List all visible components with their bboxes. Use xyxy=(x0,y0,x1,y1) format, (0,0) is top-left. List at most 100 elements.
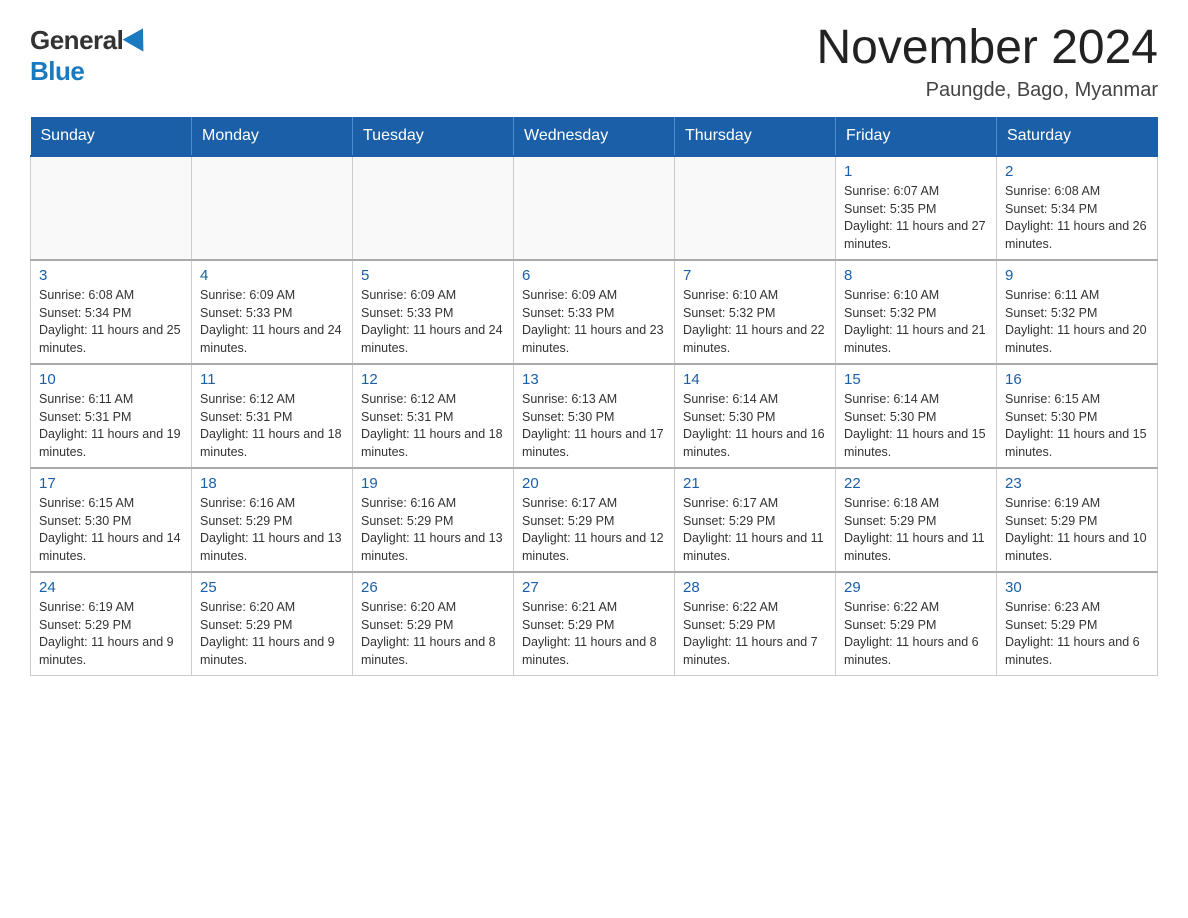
day-number: 29 xyxy=(844,579,988,596)
day-number: 13 xyxy=(522,371,666,388)
calendar-cell: 16 Sunrise: 6:15 AM Sunset: 5:30 PM Dayli… xyxy=(997,364,1158,468)
calendar-header-saturday: Saturday xyxy=(997,117,1158,156)
day-number: 1 xyxy=(844,163,988,180)
day-info: Sunrise: 6:22 AM Sunset: 5:29 PM Dayligh… xyxy=(683,599,827,669)
day-number: 14 xyxy=(683,371,827,388)
calendar-cell: 1 Sunrise: 6:07 AM Sunset: 5:35 PM Daylig… xyxy=(836,156,997,260)
calendar-cell: 19Sunrise: 6:16 AM Sunset: 5:29 PM Dayli… xyxy=(353,468,514,572)
day-info: Sunrise: 6:21 AM Sunset: 5:29 PM Dayligh… xyxy=(522,599,666,669)
calendar-cell: 2 Sunrise: 6:08 AM Sunset: 5:34 PM Daylig… xyxy=(997,156,1158,260)
calendar-cell: 12Sunrise: 6:12 AM Sunset: 5:31 PM Dayli… xyxy=(353,364,514,468)
day-info: Sunrise: 6:10 AM Sunset: 5:32 PM Dayligh… xyxy=(683,287,827,357)
calendar-cell: 30 Sunrise: 6:23 AM Sunset: 5:29 PM Dayli… xyxy=(997,572,1158,676)
day-info: Sunrise: 6:15 AM Sunset: 5:30 PM Dayligh… xyxy=(1005,391,1149,461)
calendar-header-monday: Monday xyxy=(192,117,353,156)
day-info: Sunrise: 6:09 AM Sunset: 5:33 PM Dayligh… xyxy=(361,287,505,357)
day-number: 6 xyxy=(522,267,666,284)
day-number: 11 xyxy=(200,371,344,388)
day-info: Sunrise: 6:15 AM Sunset: 5:30 PM Dayligh… xyxy=(39,495,183,565)
calendar-cell: 18Sunrise: 6:16 AM Sunset: 5:29 PM Dayli… xyxy=(192,468,353,572)
day-info: Sunrise: 6:10 AM Sunset: 5:32 PM Dayligh… xyxy=(844,287,988,357)
location: Paungde, Bago, Myanmar xyxy=(816,79,1158,102)
day-number: 27 xyxy=(522,579,666,596)
page-header: General Blue November 2024 Paungde, Bago… xyxy=(30,20,1158,102)
calendar-week-2: 3 Sunrise: 6:08 AM Sunset: 5:34 PM Daylig… xyxy=(31,260,1158,364)
day-info: Sunrise: 6:20 AM Sunset: 5:29 PM Dayligh… xyxy=(361,599,505,669)
calendar-header-friday: Friday xyxy=(836,117,997,156)
calendar-cell: 13 Sunrise: 6:13 AM Sunset: 5:30 PM Dayli… xyxy=(514,364,675,468)
day-number: 18 xyxy=(200,475,344,492)
calendar-cell xyxy=(514,156,675,260)
day-info: Sunrise: 6:14 AM Sunset: 5:30 PM Dayligh… xyxy=(844,391,988,461)
calendar-cell: 25Sunrise: 6:20 AM Sunset: 5:29 PM Dayli… xyxy=(192,572,353,676)
day-number: 4 xyxy=(200,267,344,284)
day-number: 25 xyxy=(200,579,344,596)
day-number: 2 xyxy=(1005,163,1149,180)
day-number: 9 xyxy=(1005,267,1149,284)
logo-blue-text: Blue xyxy=(30,56,84,86)
calendar-cell: 4 Sunrise: 6:09 AM Sunset: 5:33 PM Daylig… xyxy=(192,260,353,364)
calendar-cell: 28 Sunrise: 6:22 AM Sunset: 5:29 PM Dayli… xyxy=(675,572,836,676)
calendar-table: SundayMondayTuesdayWednesdayThursdayFrid… xyxy=(30,117,1158,676)
calendar-cell: 15 Sunrise: 6:14 AM Sunset: 5:30 PM Dayli… xyxy=(836,364,997,468)
day-number: 12 xyxy=(361,371,505,388)
calendar-cell: 23 Sunrise: 6:19 AM Sunset: 5:29 PM Dayli… xyxy=(997,468,1158,572)
day-number: 8 xyxy=(844,267,988,284)
calendar-cell: 7 Sunrise: 6:10 AM Sunset: 5:32 PM Daylig… xyxy=(675,260,836,364)
day-info: Sunrise: 6:08 AM Sunset: 5:34 PM Dayligh… xyxy=(1005,183,1149,253)
calendar-header-wednesday: Wednesday xyxy=(514,117,675,156)
calendar-cell: 27 Sunrise: 6:21 AM Sunset: 5:29 PM Dayli… xyxy=(514,572,675,676)
day-number: 21 xyxy=(683,475,827,492)
day-number: 15 xyxy=(844,371,988,388)
day-info: Sunrise: 6:16 AM Sunset: 5:29 PM Dayligh… xyxy=(361,495,505,565)
day-info: Sunrise: 6:08 AM Sunset: 5:34 PM Dayligh… xyxy=(39,287,183,357)
day-number: 30 xyxy=(1005,579,1149,596)
day-number: 24 xyxy=(39,579,183,596)
calendar-cell: 22 Sunrise: 6:18 AM Sunset: 5:29 PM Dayli… xyxy=(836,468,997,572)
day-number: 26 xyxy=(361,579,505,596)
day-info: Sunrise: 6:18 AM Sunset: 5:29 PM Dayligh… xyxy=(844,495,988,565)
day-info: Sunrise: 6:23 AM Sunset: 5:29 PM Dayligh… xyxy=(1005,599,1149,669)
day-number: 16 xyxy=(1005,371,1149,388)
title-area: November 2024 Paungde, Bago, Myanmar xyxy=(816,20,1158,102)
calendar-cell xyxy=(675,156,836,260)
calendar-cell: 11 Sunrise: 6:12 AM Sunset: 5:31 PM Dayli… xyxy=(192,364,353,468)
logo-general-text: General xyxy=(30,25,123,56)
day-info: Sunrise: 6:22 AM Sunset: 5:29 PM Dayligh… xyxy=(844,599,988,669)
logo: General Blue xyxy=(30,20,150,87)
day-number: 7 xyxy=(683,267,827,284)
day-info: Sunrise: 6:07 AM Sunset: 5:35 PM Dayligh… xyxy=(844,183,988,253)
day-info: Sunrise: 6:12 AM Sunset: 5:31 PM Dayligh… xyxy=(200,391,344,461)
day-number: 5 xyxy=(361,267,505,284)
day-number: 23 xyxy=(1005,475,1149,492)
day-number: 3 xyxy=(39,267,183,284)
calendar-cell: 21Sunrise: 6:17 AM Sunset: 5:29 PM Dayli… xyxy=(675,468,836,572)
day-info: Sunrise: 6:09 AM Sunset: 5:33 PM Dayligh… xyxy=(200,287,344,357)
calendar-cell: 26 Sunrise: 6:20 AM Sunset: 5:29 PM Dayli… xyxy=(353,572,514,676)
day-info: Sunrise: 6:11 AM Sunset: 5:32 PM Dayligh… xyxy=(1005,287,1149,357)
calendar-cell: 29 Sunrise: 6:22 AM Sunset: 5:29 PM Dayli… xyxy=(836,572,997,676)
day-info: Sunrise: 6:17 AM Sunset: 5:29 PM Dayligh… xyxy=(522,495,666,565)
calendar-week-3: 10Sunrise: 6:11 AM Sunset: 5:31 PM Dayli… xyxy=(31,364,1158,468)
calendar-week-4: 17 Sunrise: 6:15 AM Sunset: 5:30 PM Dayli… xyxy=(31,468,1158,572)
day-number: 22 xyxy=(844,475,988,492)
calendar-cell xyxy=(31,156,192,260)
calendar-header-sunday: Sunday xyxy=(31,117,192,156)
month-title: November 2024 xyxy=(816,20,1158,75)
calendar-cell: 8 Sunrise: 6:10 AM Sunset: 5:32 PM Daylig… xyxy=(836,260,997,364)
day-info: Sunrise: 6:09 AM Sunset: 5:33 PM Dayligh… xyxy=(522,287,666,357)
calendar-week-1: 1 Sunrise: 6:07 AM Sunset: 5:35 PM Daylig… xyxy=(31,156,1158,260)
day-info: Sunrise: 6:19 AM Sunset: 5:29 PM Dayligh… xyxy=(1005,495,1149,565)
day-number: 17 xyxy=(39,475,183,492)
calendar-cell xyxy=(353,156,514,260)
day-info: Sunrise: 6:13 AM Sunset: 5:30 PM Dayligh… xyxy=(522,391,666,461)
calendar-header-tuesday: Tuesday xyxy=(353,117,514,156)
calendar-cell: 3 Sunrise: 6:08 AM Sunset: 5:34 PM Daylig… xyxy=(31,260,192,364)
day-number: 28 xyxy=(683,579,827,596)
logo-triangle-icon xyxy=(123,22,154,51)
day-info: Sunrise: 6:19 AM Sunset: 5:29 PM Dayligh… xyxy=(39,599,183,669)
calendar-cell: 5 Sunrise: 6:09 AM Sunset: 5:33 PM Daylig… xyxy=(353,260,514,364)
calendar-week-5: 24 Sunrise: 6:19 AM Sunset: 5:29 PM Dayli… xyxy=(31,572,1158,676)
calendar-header-row: SundayMondayTuesdayWednesdayThursdayFrid… xyxy=(31,117,1158,156)
day-info: Sunrise: 6:14 AM Sunset: 5:30 PM Dayligh… xyxy=(683,391,827,461)
